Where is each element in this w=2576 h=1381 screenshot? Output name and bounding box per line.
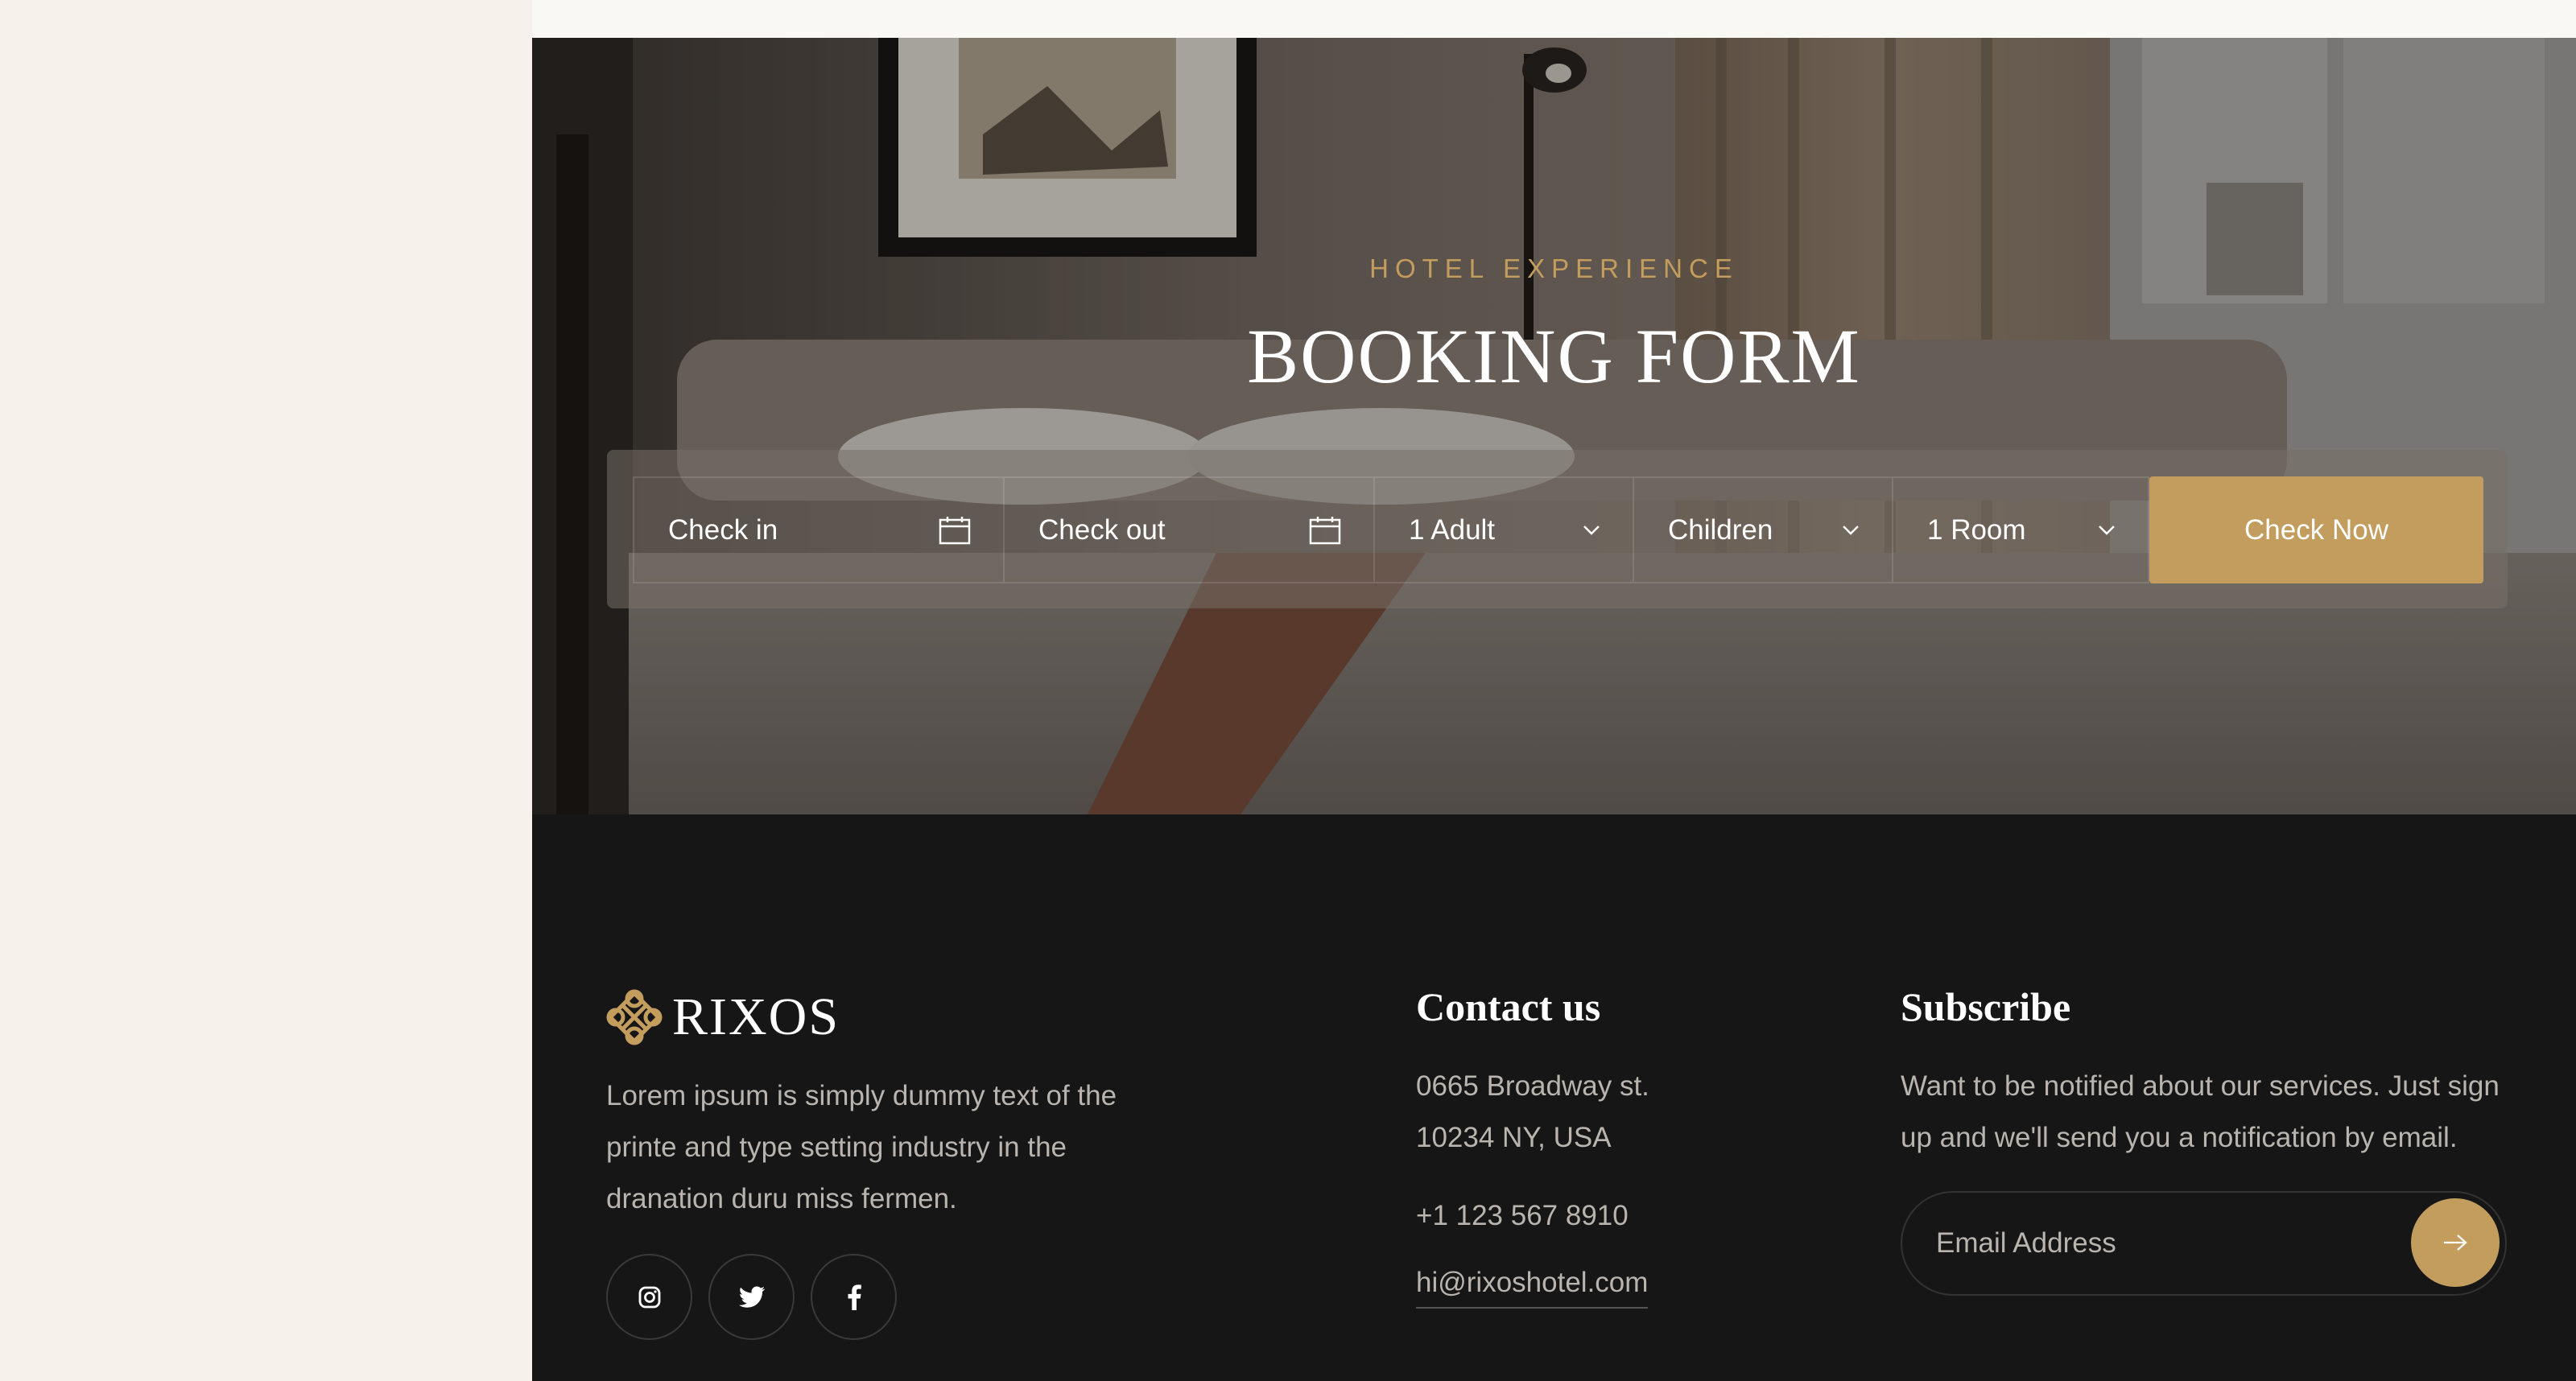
rixos-logo-icon (606, 989, 663, 1045)
chevron-down-icon (1583, 525, 1600, 536)
contact-phone-link[interactable]: +1 123 567 8910 (1416, 1190, 1629, 1242)
instagram-link[interactable] (606, 1254, 692, 1340)
contact-heading: Contact us (1416, 984, 1601, 1029)
rooms-value: 1 Room (1927, 513, 2026, 546)
about-text: Lorem ipsum is simply dummy text of the … (606, 1080, 1117, 1214)
check-now-button[interactable]: Check Now (2149, 476, 2483, 583)
check-out-field[interactable]: Check out (1003, 476, 1373, 583)
twitter-link[interactable] (708, 1254, 795, 1340)
twitter-icon (738, 1286, 765, 1308)
subscribe-submit-button[interactable] (2411, 1198, 2500, 1287)
adults-value: 1 Adult (1409, 513, 1496, 546)
social-links (606, 1254, 897, 1340)
email-field[interactable] (1936, 1193, 2387, 1294)
check-out-label: Check out (1038, 513, 1166, 546)
booking-fields: Check in Check out 1 Adult Children 1 Ro… (633, 476, 2483, 583)
booking-form: Check in Check out 1 Adult Children 1 Ro… (607, 450, 2508, 608)
instagram-icon (638, 1286, 660, 1308)
children-select[interactable]: Children (1633, 476, 1892, 583)
chevron-down-icon (1842, 525, 1860, 536)
hero-background-image (532, 38, 2576, 814)
address-line1: 0665 Broadway st. (1416, 1070, 1649, 1102)
chevron-down-icon (2098, 525, 2116, 536)
booking-hero: HOTEL EXPERIENCE BOOKING FORM Check in C… (532, 38, 2576, 814)
adults-select[interactable]: 1 Adult (1373, 476, 1633, 583)
arrow-right-icon (2444, 1235, 2467, 1251)
brand-logo[interactable]: RIXOS (606, 987, 840, 1048)
brand-name: RIXOS (672, 987, 840, 1046)
subscribe-form (1901, 1191, 2507, 1296)
calendar-icon (939, 516, 971, 545)
top-strip (532, 0, 2576, 38)
left-panel (0, 0, 532, 1381)
subscribe-heading: Subscribe (1901, 984, 2071, 1029)
calendar-icon (1309, 516, 1341, 545)
children-value: Children (1668, 513, 1773, 546)
page-title: BOOKING FORM (1247, 313, 1861, 399)
address-line2: 10234 NY, USA (1416, 1122, 1612, 1153)
facebook-icon (848, 1284, 861, 1310)
contact-email-link[interactable]: hi@rixoshotel.com (1416, 1260, 1649, 1309)
facebook-link[interactable] (811, 1254, 897, 1340)
footer: RIXOS Lorem ipsum is simply dummy text o… (532, 814, 2576, 1381)
hero-eyebrow: HOTEL EXPERIENCE (1369, 254, 1739, 283)
rooms-select[interactable]: 1 Room (1892, 476, 2149, 583)
check-in-field[interactable]: Check in (633, 476, 1003, 583)
contact-address: 0665 Broadway st. 10234 NY, USA (1416, 1061, 1818, 1164)
subscribe-text: Want to be notified about our services. … (1901, 1070, 2500, 1153)
check-in-label: Check in (668, 513, 778, 546)
